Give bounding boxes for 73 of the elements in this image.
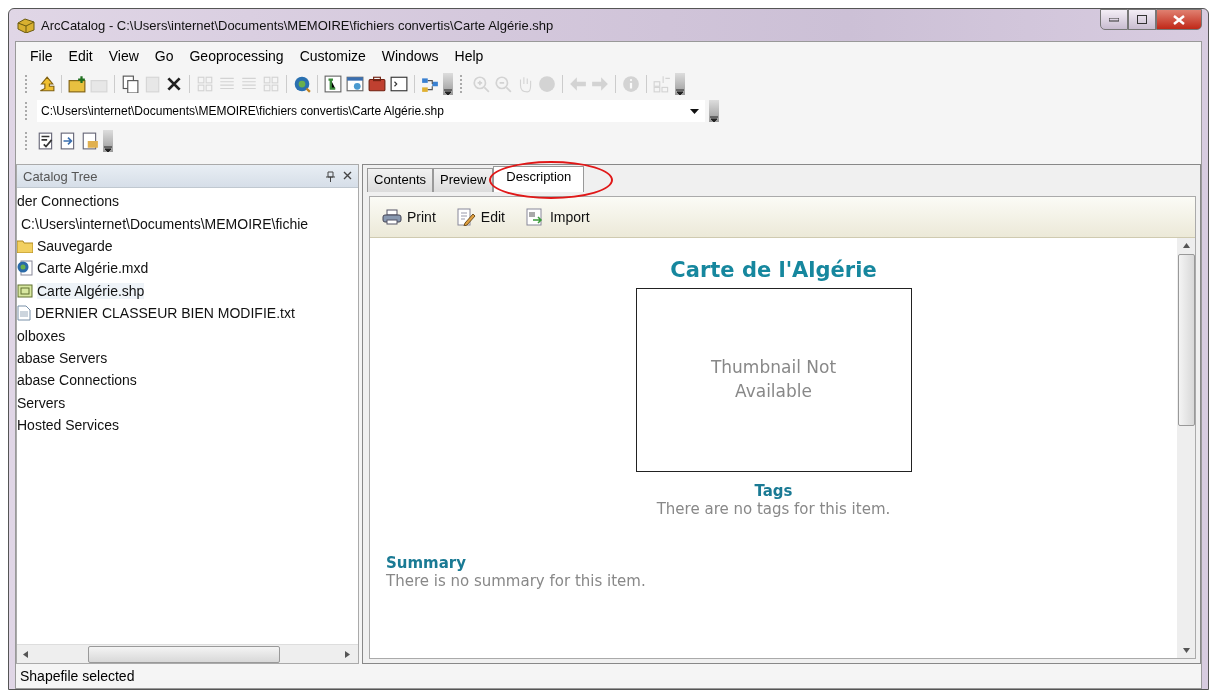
folder-up-icon[interactable] [37,75,55,93]
menu-item[interactable]: File [22,46,61,66]
location-field[interactable]: C:\Users\internet\Documents\MEMOIRE\fichiers convertis\Carte Algérie.shp [37,100,705,122]
tree-item[interactable]: der Connections [17,193,119,210]
printer-icon[interactable] [382,209,402,225]
tab[interactable]: Description [493,166,585,192]
pin-icon[interactable] [326,170,335,182]
section-text: There is no summary for this item. [386,572,647,590]
scrollbar-thumb[interactable] [1177,254,1195,426]
toolbar-options-icon[interactable] [675,73,685,95]
print-button[interactable]: Print [382,209,436,225]
window-title: ArcCatalog - C:\Users\internet\Documents\MEMOIRE\fichiers convertis\Carte Algérie.shp [41,17,554,33]
tree-item[interactable]: Hosted Services [17,417,119,434]
tree-item[interactable]: abase Servers [17,349,108,366]
tree-item[interactable]: Carte Algérie.mxd [37,260,149,277]
section-text: There are no tags for this item. [655,500,892,518]
tab[interactable]: Preview [433,168,494,192]
scroll-down-icon[interactable] [1182,648,1190,653]
toolbar-options-icon[interactable] [103,130,113,152]
scrollbar-thumb[interactable] [88,645,280,663]
flowchart-icon[interactable] [421,75,439,93]
toolbox-icon[interactable] [368,75,386,93]
folder-add-icon[interactable] [68,75,86,93]
section-heading: Summary [386,554,468,572]
thumbnail-placeholder-text: Thumbnail Not Available [709,356,838,403]
menu-item[interactable]: Edit [60,46,101,66]
toolbar-options-icon[interactable] [443,73,453,95]
menu-item[interactable]: View [100,46,147,66]
maximize-button[interactable] [1128,9,1156,30]
tab[interactable]: Contents [367,168,434,192]
scroll-up-icon[interactable] [1182,243,1190,248]
vertical-scrollbar[interactable] [1177,238,1195,658]
horizontal-scrollbar[interactable] [17,644,358,663]
minimize-button[interactable] [1100,9,1128,30]
import-button[interactable]: Import [524,208,590,226]
section-heading: Tags [753,482,794,500]
search-icon[interactable] [293,75,311,93]
status-text: Shapefile selected [20,668,135,684]
app-icon [17,17,35,33]
close-icon[interactable] [343,170,352,180]
scroll-right-icon[interactable] [345,650,350,658]
close-icon[interactable] [165,75,183,93]
document-export-icon[interactable] [81,132,99,150]
toolbar-options-icon[interactable] [709,100,719,122]
document-check-icon[interactable] [37,132,55,150]
close-button[interactable] [1156,9,1202,30]
edit-button[interactable]: Edit [455,208,505,226]
window-icon[interactable] [346,75,364,93]
dropdown-arrow-icon[interactable] [690,108,699,114]
copy-icon[interactable] [121,75,139,93]
tree-item[interactable]: abase Connections [17,372,137,389]
menu-item[interactable]: Geoprocessing [181,46,292,66]
maximize-icon[interactable] [1137,15,1147,24]
scroll-left-icon[interactable] [23,650,28,658]
import-document-icon[interactable] [524,208,545,226]
tree-item[interactable]: Carte Algérie.shp [37,282,145,299]
tree-item[interactable]: C:\Users\internet\Documents\MEMOIRE\fichie [21,215,309,232]
tree-item[interactable]: olboxes [17,327,66,344]
menu-item[interactable]: Go [146,46,182,66]
tree-item[interactable]: Servers [17,394,66,411]
console-icon[interactable] [390,75,408,93]
minimize-icon[interactable] [1109,17,1119,22]
document-import-icon[interactable] [59,132,77,150]
menu-item[interactable]: Customize [291,46,374,66]
tree-window-icon[interactable] [324,75,342,93]
document-title: Carte de l'Algérie [669,258,878,282]
tree-item[interactable]: Sauvegarde [37,237,113,254]
tree-item[interactable]: DERNIER CLASSEUR BIEN MODIFIE.txt [35,305,295,322]
pencil-document-icon[interactable] [455,208,476,226]
panel-title: Catalog Tree [23,168,98,184]
shapefile-icon [17,282,33,299]
menu-item[interactable]: Windows [373,46,447,66]
menu-item[interactable]: Help [446,46,492,66]
